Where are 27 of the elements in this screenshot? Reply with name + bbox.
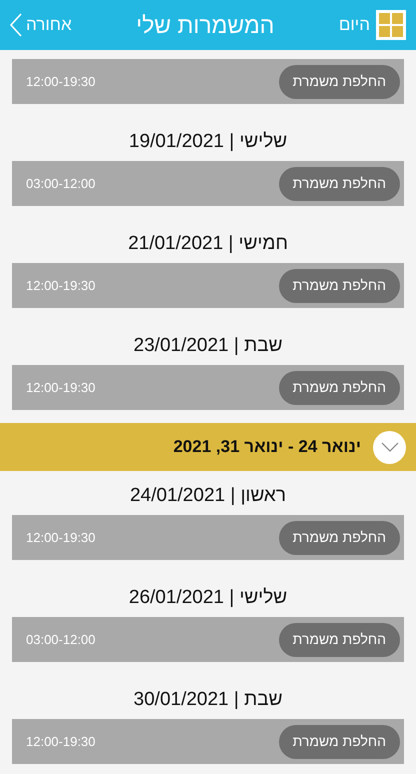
swap-shift-button[interactable]: החלפת משמרת	[278, 520, 400, 554]
page-title: המשמרות שלי	[136, 10, 274, 40]
week-band[interactable]: ינואר 24 - ינואר 31, 2021	[0, 423, 416, 471]
shift-time: 03:00-12:00	[26, 174, 96, 193]
shift-time: 03:00-12:00	[26, 630, 96, 649]
chevron-left-icon	[10, 13, 22, 37]
swap-shift-button[interactable]: החלפת משמרת	[278, 64, 400, 98]
day-heading: שבת | 30/01/2021	[134, 688, 282, 712]
shift-time: 12:00-19:30	[26, 378, 96, 397]
swap-shift-button[interactable]: החלפת משמרת	[278, 724, 400, 758]
swap-shift-button[interactable]: החלפת משמרת	[278, 622, 400, 656]
day-heading: שבת | 23/01/2021	[134, 334, 282, 358]
shift-time: 12:00-19:30	[26, 72, 96, 91]
day-heading: שלישי | 19/01/2021	[128, 130, 288, 154]
shift-time: 12:00-19:30	[26, 276, 96, 295]
swap-shift-button[interactable]: החלפת משמרת	[278, 268, 400, 302]
shift-time: 12:00-19:30	[26, 732, 96, 751]
day-heading: ראשון | 24/01/2021	[130, 484, 286, 508]
expand-toggle[interactable]	[373, 430, 406, 464]
swap-shift-button[interactable]: החלפת משמרת	[278, 370, 400, 404]
week-range: ינואר 24 - ינואר 31, 2021	[173, 436, 361, 458]
day-heading: שלישי | 26/01/2021	[128, 586, 288, 610]
shift-time: 12:00-19:30	[26, 528, 96, 547]
day-heading: חמישי | 21/01/2021	[128, 232, 288, 256]
grid-icon[interactable]	[376, 10, 406, 40]
swap-shift-button[interactable]: החלפת משמרת	[278, 166, 400, 200]
chevron-down-icon	[380, 442, 398, 452]
